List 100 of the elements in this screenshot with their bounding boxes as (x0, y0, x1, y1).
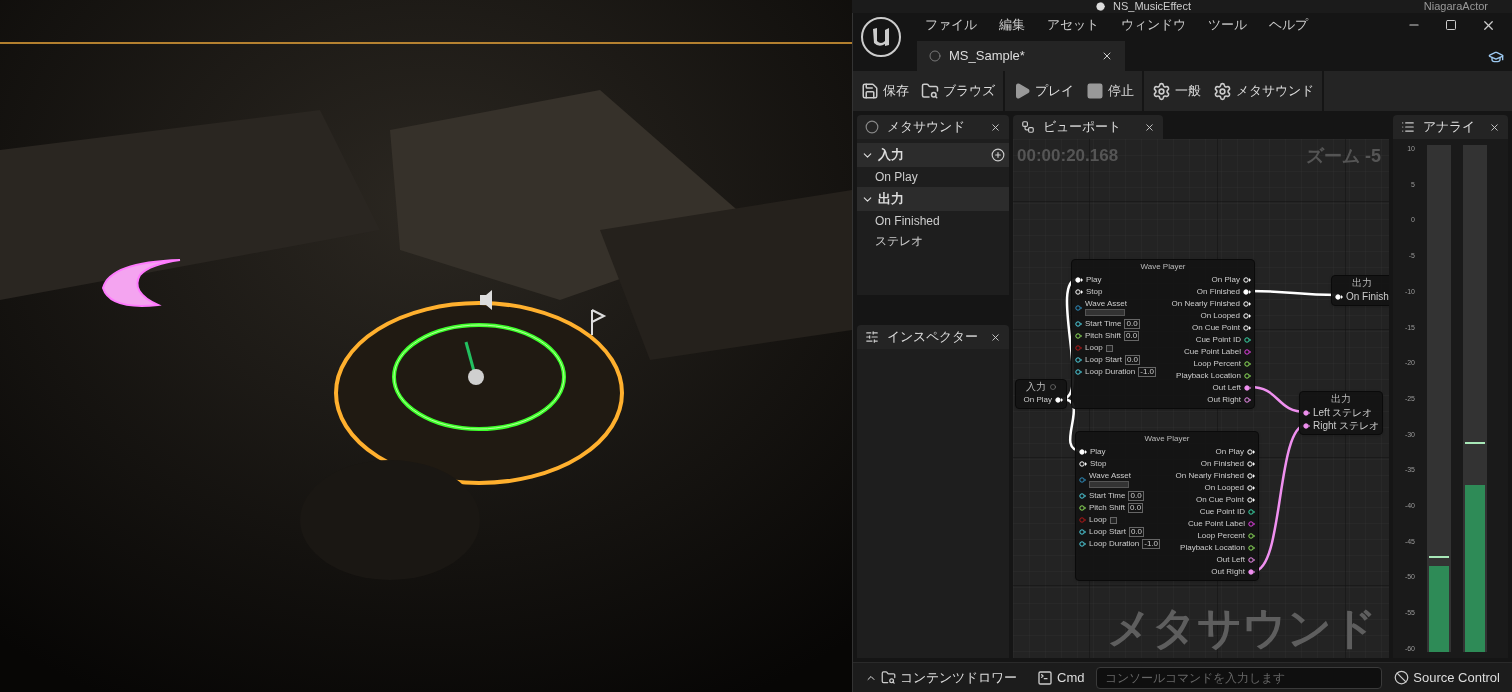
value-field[interactable]: 0.0 (1124, 331, 1140, 341)
wave-player-node[interactable] (1071, 259, 1255, 409)
trigger-pin-icon[interactable] (1247, 497, 1255, 503)
save-icon (861, 82, 879, 100)
settings-icon (1213, 81, 1232, 101)
close-icon[interactable] (1489, 121, 1500, 133)
pin-label: Play (1090, 448, 1106, 456)
member-item[interactable]: On Finished (857, 211, 1009, 231)
loop-checkbox[interactable] (1105, 344, 1113, 352)
content-drawer-button[interactable]: コンテンツドロワー (865, 667, 1017, 688)
menu-item[interactable]: ヘルプ (1269, 15, 1308, 35)
value-field[interactable]: 0.0 (1124, 355, 1141, 365)
pin-label: On Play (1023, 396, 1052, 404)
pin-icon[interactable] (1244, 337, 1251, 343)
console-input[interactable]: コンソールコマンドを入力します (1096, 666, 1383, 689)
pin-label: Play (1086, 276, 1102, 284)
pin-icon[interactable] (1303, 409, 1310, 416)
trigger-pin-icon[interactable] (1335, 293, 1343, 300)
pin-label: On Nearly Finished (1175, 472, 1244, 480)
output-node[interactable]: 出力 On Finish (1331, 275, 1389, 306)
trigger-pin-icon[interactable] (1075, 277, 1083, 283)
menu-item[interactable]: 編集 (999, 15, 1025, 35)
menu-item[interactable]: アセット (1047, 15, 1099, 35)
pin-label: Start Time (1085, 320, 1122, 328)
trigger-pin-icon[interactable] (1075, 289, 1083, 295)
panel-tab[interactable]: ビューポート (1013, 115, 1163, 139)
pin-icon[interactable] (1075, 321, 1082, 327)
toolbar-button[interactable]: メタサウンド (1213, 76, 1314, 106)
member-item[interactable]: ステレオ (857, 231, 1009, 251)
pin-icon[interactable] (1075, 369, 1082, 375)
toolbar-button[interactable]: 停止 (1086, 76, 1134, 106)
input-node[interactable]: 入力 On Play (1015, 379, 1067, 409)
pin-label: On Finished (1200, 460, 1244, 468)
node-title: Wave Player (1144, 435, 1190, 443)
node-title: Wave Player (1140, 263, 1186, 271)
document-tab[interactable]: MS_Sample* (917, 41, 1125, 71)
member-item[interactable]: On Play (857, 167, 1009, 187)
panel-tab[interactable]: アナライ (1393, 115, 1508, 139)
close-icon[interactable] (990, 121, 1001, 133)
toolbar-button[interactable]: 保存 (861, 76, 909, 106)
trigger-pin-icon[interactable] (1079, 449, 1087, 455)
trigger-pin-icon[interactable] (1247, 485, 1255, 491)
source-control-button[interactable]: Source Control (1394, 667, 1500, 688)
value-field[interactable]: 0.0 (1124, 319, 1140, 329)
value-field[interactable]: 0.0 (1128, 503, 1144, 513)
value-field[interactable]: -1.0 (1138, 367, 1157, 377)
close-icon[interactable] (1144, 121, 1155, 133)
trigger-pin-icon[interactable] (1247, 473, 1255, 479)
trigger-pin-icon[interactable] (1247, 461, 1255, 467)
toolbar-button[interactable]: ブラウズ (921, 76, 995, 106)
outliner-row[interactable]: NS_MusicEffect NiagaraActor (852, 0, 1512, 13)
pin-icon[interactable] (1303, 422, 1310, 429)
pin-icon[interactable] (1075, 357, 1082, 363)
value-field[interactable]: 0.0 (1128, 491, 1144, 501)
toolbar-button[interactable]: プレイ (1013, 76, 1074, 106)
pin-label: On Play (1211, 276, 1240, 284)
cmd-button[interactable]: Cmd (1037, 667, 1085, 688)
pin-label: Cue Point ID (1195, 336, 1241, 344)
pin-label: Cue Point Label (1188, 520, 1245, 528)
engine-logo-icon (859, 15, 903, 59)
loop-checkbox[interactable] (1109, 516, 1117, 524)
menu-item[interactable]: ファイル (925, 15, 977, 35)
pin-icon[interactable] (1079, 529, 1086, 535)
close-icon[interactable] (1101, 50, 1113, 62)
pin-label: Out Left (1216, 556, 1245, 564)
trigger-pin-icon[interactable] (1055, 397, 1063, 403)
pin-icon[interactable] (1079, 493, 1086, 499)
pin-icon[interactable] (1248, 569, 1255, 575)
trigger-pin-icon[interactable] (1243, 277, 1251, 283)
section-header[interactable]: 出力 (857, 187, 1009, 211)
menu-item[interactable]: ツール (1208, 15, 1247, 35)
add-icon[interactable] (991, 148, 1005, 162)
pin-icon[interactable] (1248, 509, 1255, 515)
menu-item[interactable]: ウィンドウ (1121, 15, 1186, 35)
pin-label: Loop Duration (1089, 540, 1140, 548)
trigger-pin-icon[interactable] (1243, 325, 1251, 331)
trigger-pin-icon[interactable] (1243, 289, 1251, 295)
value-field[interactable]: -1.0 (1142, 539, 1161, 549)
graph-canvas[interactable] (1013, 139, 1389, 658)
pin-label: On Nearly Finished (1171, 300, 1240, 308)
output-node[interactable]: 出力 Left ステレオ Right ステレオ (1299, 391, 1384, 435)
panel-tab[interactable]: メタサウンド (857, 115, 1009, 139)
pin-label: Loop (1089, 516, 1107, 524)
toolbar-button[interactable]: 一般 (1152, 76, 1201, 106)
value-field[interactable]: 0.0 (1128, 527, 1145, 537)
maximize-icon[interactable] (1445, 19, 1457, 31)
trigger-pin-icon[interactable] (1243, 313, 1251, 319)
section-header[interactable]: 入力 (857, 143, 1009, 167)
close-icon[interactable] (990, 331, 1001, 343)
pin-icon[interactable] (1244, 385, 1251, 391)
panel-tab[interactable]: インスペクター (857, 325, 1009, 349)
pin-icon[interactable] (1079, 541, 1086, 547)
trigger-pin-icon[interactable] (1243, 301, 1251, 307)
wave-player-node[interactable] (1075, 431, 1259, 581)
trigger-pin-icon[interactable] (1079, 461, 1087, 467)
trigger-pin-icon[interactable] (1247, 449, 1255, 455)
learning-cap-icon[interactable] (1488, 49, 1504, 65)
pin-icon[interactable] (1248, 557, 1255, 563)
dot-icon (1096, 2, 1105, 11)
pin-icon[interactable] (1244, 397, 1251, 403)
